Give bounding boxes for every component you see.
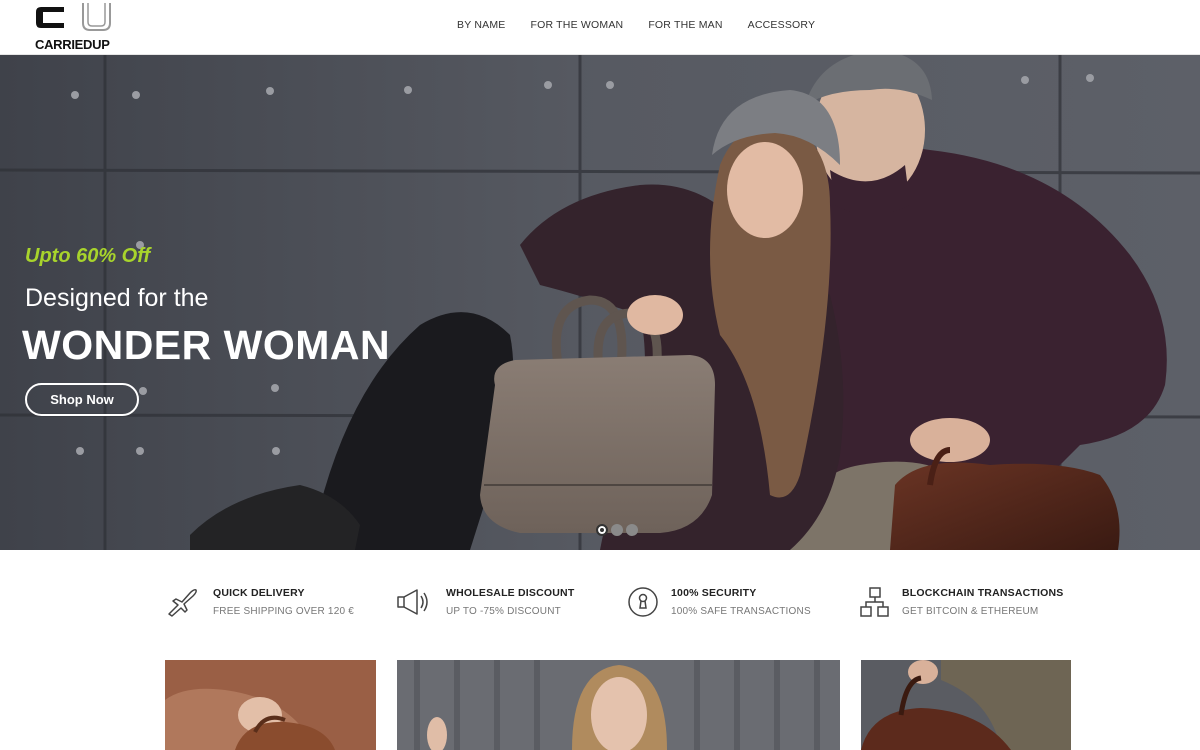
hero-subtitle: Designed for the — [25, 284, 209, 312]
hero-slider: Upto 60% Off Designed for the WONDER WOM… — [0, 55, 1200, 550]
product-image — [397, 660, 840, 750]
product-tile-2[interactable] — [397, 660, 840, 750]
feature-title: BLOCKCHAIN TRANSACTIONS — [902, 587, 1064, 599]
feature-blockchain: BLOCKCHAIN TRANSACTIONS GET BITCOIN & ET… — [858, 572, 1078, 632]
feature-subtitle: 100% SAFE TRANSACTIONS — [671, 606, 811, 617]
hero-headline: WONDER WOMAN — [22, 322, 391, 368]
brand-logo[interactable]: CARRIEDUP — [33, 2, 113, 52]
feature-title: 100% SECURITY — [671, 587, 757, 599]
slider-dots — [596, 524, 638, 536]
feature-security: 100% SECURITY 100% SAFE TRANSACTIONS — [625, 572, 825, 632]
product-image — [861, 660, 1071, 750]
nav-item-by-name[interactable]: BY NAME — [457, 19, 505, 31]
blocks-icon — [860, 587, 889, 617]
nav-item-accessory[interactable]: ACCESSORY — [748, 19, 816, 31]
hero-promo-text: Upto 60% Off — [25, 245, 151, 267]
brand-name: CARRIEDUP — [35, 37, 110, 52]
logo-mark-icon — [36, 3, 111, 31]
slider-dot-2[interactable] — [611, 524, 623, 536]
feature-subtitle: FREE SHIPPING OVER 120 € — [213, 606, 354, 617]
site-header: CARRIEDUP BY NAME FOR THE WOMAN FOR THE … — [0, 0, 1200, 55]
main-nav: BY NAME FOR THE WOMAN FOR THE MAN ACCESS… — [457, 19, 815, 31]
feature-wholesale-discount: WHOLESALE DISCOUNT UP TO -75% DISCOUNT — [395, 572, 595, 632]
product-tile-3[interactable] — [861, 660, 1071, 750]
nav-item-for-the-man[interactable]: FOR THE MAN — [648, 19, 722, 31]
slider-dot-1[interactable] — [596, 524, 608, 536]
features-bar: QUICK DELIVERY FREE SHIPPING OVER 120 € … — [0, 572, 1200, 632]
slider-dot-3[interactable] — [626, 524, 638, 536]
feature-title: WHOLESALE DISCOUNT — [446, 587, 575, 599]
feature-subtitle: UP TO -75% DISCOUNT — [446, 606, 561, 617]
nav-item-for-the-woman[interactable]: FOR THE WOMAN — [530, 19, 623, 31]
shop-now-button[interactable]: Shop Now — [25, 383, 139, 416]
product-image — [165, 660, 376, 750]
keyhole-icon — [628, 587, 658, 617]
plane-icon — [168, 589, 197, 617]
feature-subtitle: GET BITCOIN & ETHEREUM — [902, 606, 1039, 617]
feature-title: QUICK DELIVERY — [213, 587, 305, 599]
megaphone-icon — [397, 589, 428, 615]
feature-quick-delivery: QUICK DELIVERY FREE SHIPPING OVER 120 € — [165, 572, 365, 632]
product-tile-1[interactable] — [165, 660, 376, 750]
